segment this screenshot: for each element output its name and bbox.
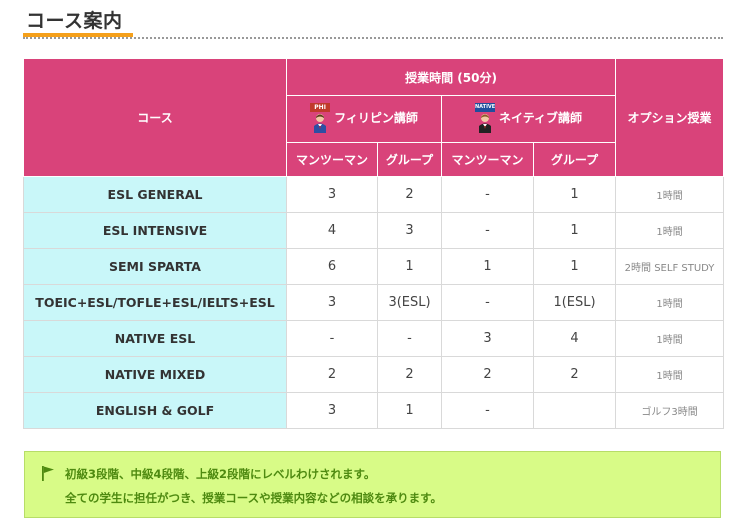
filipino-group-value: 3 [377,212,442,249]
native-one-on-one-value: 1 [441,248,534,285]
native-one-on-one-value: 2 [441,356,534,393]
native-teacher-label: ネイティブ講師 [499,111,583,125]
filipino-one-on-one-value: 2 [286,356,378,393]
native-one-on-one-value: - [441,392,534,429]
header-native-group: グループ [532,142,617,177]
table-row: ESL INTENSIVE 4 3 - 1 1時間 [23,212,725,249]
option-value: ゴルフ3時間 [615,392,725,429]
native-teacher-tag: NATIVE [475,102,496,112]
course-table: コース 授業時間 (50分) オプション授業 PHI フィリピン講師 NATIV… [23,58,725,429]
filipino-one-on-one-value: - [286,320,378,357]
filipino-group-value: - [377,320,442,357]
filipino-one-on-one-value: 3 [286,392,378,429]
title-underline [23,33,723,39]
table-row: SEMI SPARTA 6 1 1 1 2時間 SELF STUDY [23,248,725,285]
note-line-levels: 初級3段階、中級4段階、上級2段階にレベルわけされます。 [65,467,376,481]
table-row: NATIVE MIXED 2 2 2 2 1時間 [23,356,725,393]
filipino-teacher-label: フィリピン講師 [334,111,418,125]
header-native-teacher: NATIVE ネイティブ講師 [440,95,617,143]
native-teacher-icon: NATIVE [475,102,496,133]
native-one-on-one-value: - [441,212,534,249]
option-value: 1時間 [615,176,725,213]
header-class-time: 授業時間 (50分) [285,58,617,96]
title-accent-bar [23,33,133,37]
table-row: TOEIC+ESL/TOFLE+ESL/IELTS+ESL 3 3(ESL) -… [23,284,725,321]
filipino-group-value: 1 [377,248,442,285]
table-row: ESL GENERAL 3 2 - 1 1時間 [23,176,725,213]
filipino-group-value: 3(ESL) [377,284,442,321]
course-name: NATIVE ESL [23,320,287,357]
filipino-group-value: 2 [377,356,442,393]
option-value: 1時間 [615,320,725,357]
native-one-on-one-value: - [441,176,534,213]
option-value: 1時間 [615,212,725,249]
filipino-group-value: 2 [377,176,442,213]
header-filipino-teacher: PHI フィリピン講師 [286,95,442,143]
filipino-teacher-icon: PHI [310,102,331,133]
native-group-value: 1 [532,212,617,249]
native-one-on-one-value: - [441,284,534,321]
filipino-one-on-one-value: 3 [286,284,378,321]
filipino-one-on-one-value: 6 [286,248,378,285]
note-box: 初級3段階、中級4段階、上級2段階にレベルわけされます。 全ての学生に担任がつき… [24,451,721,518]
course-name: NATIVE MIXED [23,356,287,393]
native-group-value [532,392,617,429]
course-name: ESL GENERAL [23,176,287,213]
note-line-homeroom: 全ての学生に担任がつき、授業コースや授業内容などの相談を承ります。 [65,491,442,505]
option-value: 1時間 [615,356,725,393]
header-option: オプション授業 [615,58,725,177]
native-one-on-one-value: 3 [441,320,534,357]
flag-icon [42,466,54,481]
native-group-value: 1 [532,176,617,213]
native-group-value: 1(ESL) [532,284,617,321]
filipino-teacher-tag: PHI [310,102,331,112]
native-group-value: 2 [532,356,617,393]
page-title: コース案内 [26,10,123,32]
course-name: ESL INTENSIVE [23,212,287,249]
filipino-group-value: 1 [377,392,442,429]
filipino-one-on-one-value: 4 [286,212,378,249]
table-row: NATIVE ESL - - 3 4 1時間 [23,320,725,357]
table-row: ENGLISH & GOLF 3 1 - ゴルフ3時間 [23,392,725,429]
header-native-one-on-one: マンツーマン [441,142,534,177]
header-filipino-one-on-one: マンツーマン [286,142,378,177]
header-course: コース [23,58,287,177]
header-filipino-group: グループ [377,142,442,177]
option-value: 2時間 SELF STUDY [615,248,725,285]
native-group-value: 1 [532,248,617,285]
native-group-value: 4 [532,320,617,357]
filipino-one-on-one-value: 3 [286,176,378,213]
course-name: SEMI SPARTA [23,248,287,285]
course-name: TOEIC+ESL/TOFLE+ESL/IELTS+ESL [23,284,287,321]
option-value: 1時間 [615,284,725,321]
course-name: ENGLISH & GOLF [23,392,287,429]
